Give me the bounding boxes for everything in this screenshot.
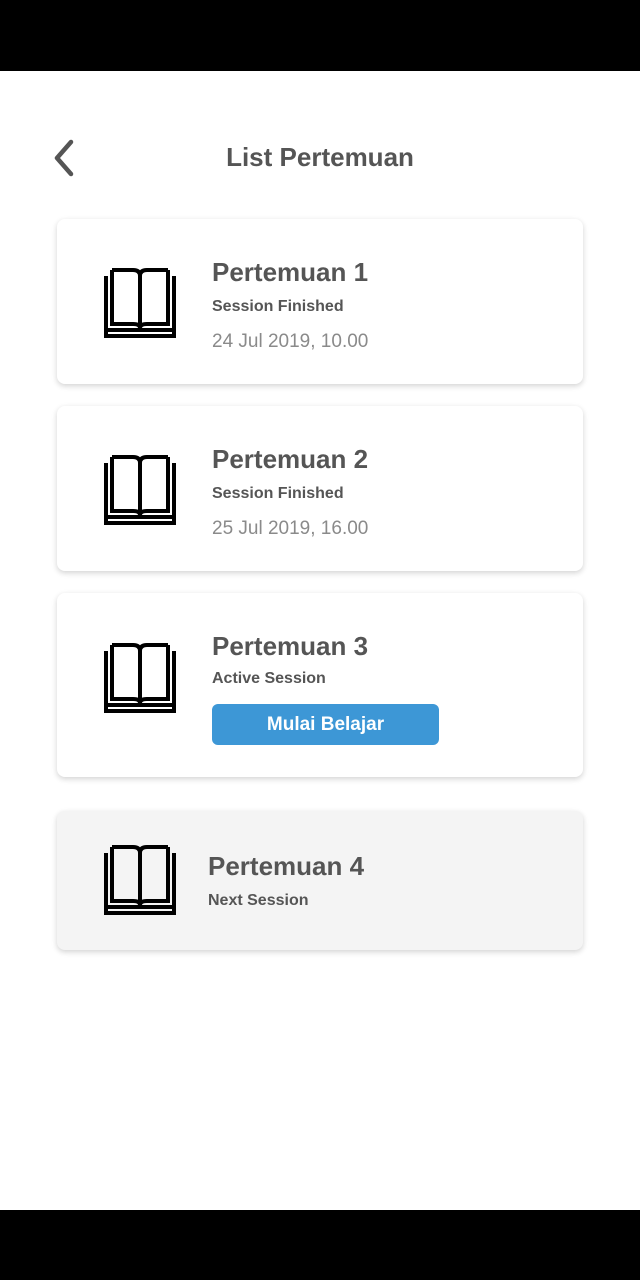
book-icon [104, 455, 176, 525]
session-date: 24 Jul 2019, 10.00 [212, 331, 369, 352]
session-card-3[interactable]: Pertemuan 3 Active Session Mulai Belajar [57, 593, 583, 777]
session-status: Next Session [208, 892, 309, 909]
session-status: Session Finished [212, 485, 344, 502]
book-icon [104, 268, 176, 338]
session-title: Pertemuan 1 [212, 257, 369, 287]
book-icon [104, 643, 176, 713]
session-status: Active Session [212, 670, 326, 687]
session-title: Pertemuan 3 [212, 631, 369, 661]
session-date: 25 Jul 2019, 16.00 [212, 518, 369, 539]
page-title: List Pertemuan [226, 142, 414, 172]
start-learning-button[interactable]: Mulai Belajar [212, 704, 439, 745]
book-icon [104, 845, 176, 915]
session-title: Pertemuan 4 [208, 851, 365, 881]
status-bar [0, 0, 640, 71]
session-card-4[interactable]: Pertemuan 4 Next Session [57, 811, 583, 950]
header: List Pertemuan [0, 128, 640, 192]
session-status: Session Finished [212, 298, 344, 315]
session-card-1[interactable]: Pertemuan 1 Session Finished 24 Jul 2019… [57, 219, 583, 384]
navigation-bar [0, 1210, 640, 1280]
session-card-2[interactable]: Pertemuan 2 Session Finished 25 Jul 2019… [57, 406, 583, 571]
session-title: Pertemuan 2 [212, 444, 369, 474]
